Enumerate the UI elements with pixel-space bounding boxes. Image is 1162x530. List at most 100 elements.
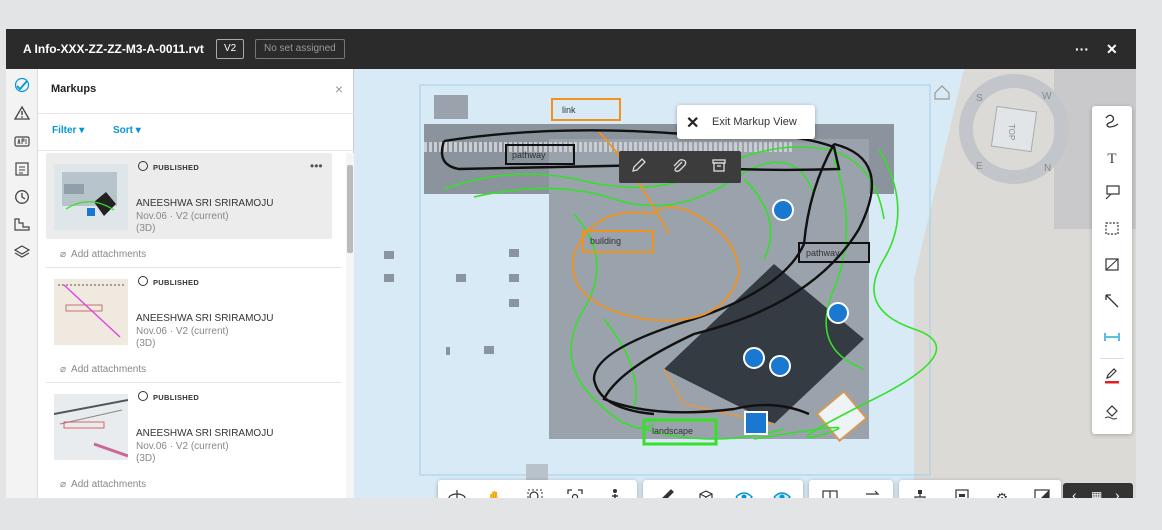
- text-icon[interactable]: T: [1100, 148, 1124, 170]
- markup-thumbnail[interactable]: [54, 164, 128, 230]
- dimension-icon[interactable]: [1100, 328, 1124, 350]
- freehand-icon[interactable]: [1100, 112, 1124, 134]
- measure-icon[interactable]: [13, 216, 31, 234]
- globe-icon: [138, 276, 148, 286]
- section-box-icon[interactable]: [695, 488, 717, 498]
- panel-title: Markups: [51, 83, 97, 95]
- prev-sheet-button[interactable]: ‹: [1072, 487, 1077, 498]
- chevron-down-icon: ▾: [135, 125, 141, 136]
- markup-card[interactable]: PUBLISHED ANEESHWA SRI SRIRAMOJU Nov.06 …: [46, 383, 332, 498]
- fill-icon[interactable]: [1100, 402, 1124, 424]
- zoom-icon[interactable]: [524, 488, 546, 498]
- fullscreen-icon[interactable]: [1031, 488, 1053, 498]
- history-icon[interactable]: [13, 189, 31, 207]
- ruler-icon[interactable]: [655, 488, 677, 498]
- panel-close-button[interactable]: ×: [335, 81, 343, 97]
- paperclip-icon[interactable]: [671, 157, 687, 176]
- markup-label-pathway-2[interactable]: pathway: [806, 248, 840, 258]
- compass-label: N: [1044, 163, 1051, 174]
- divider: [38, 150, 354, 151]
- status-badge: PUBLISHED: [153, 393, 200, 402]
- markup-float-toolbar: [619, 151, 741, 183]
- ghosting-icon[interactable]: [771, 488, 793, 498]
- markups-panel: Markups × Filter ▾ Sort ▾ PUBLISHED ••• …: [38, 69, 354, 498]
- grid-icon[interactable]: ▦: [1091, 489, 1102, 498]
- sheets-icon[interactable]: [13, 161, 31, 179]
- visibility-icon[interactable]: [733, 488, 755, 498]
- viewer-app: A Info-XXX-ZZ-ZZ-M3-A-0011.rvt V2 No set…: [6, 29, 1136, 498]
- compass-label: W: [1042, 91, 1052, 102]
- markup-author: ANEESHWA SRI SRIRAMOJU: [136, 198, 274, 209]
- issue-pin[interactable]: [769, 355, 791, 377]
- markup-label-link[interactable]: link: [562, 105, 576, 115]
- issue-pin[interactable]: [743, 347, 765, 369]
- walk-icon[interactable]: [604, 488, 626, 498]
- fit-view-icon[interactable]: [564, 488, 586, 498]
- close-viewer-button[interactable]: ✕: [1106, 39, 1118, 59]
- status-badge: PUBLISHED: [153, 278, 200, 287]
- issue-pin[interactable]: [744, 411, 768, 435]
- left-rail: [6, 69, 38, 498]
- status-badge: PUBLISHED: [153, 163, 200, 172]
- settings-gear-icon[interactable]: ⚙: [991, 488, 1013, 498]
- markup-check-icon[interactable]: [13, 77, 31, 95]
- set-badge[interactable]: No set assigned: [255, 39, 345, 59]
- pen-color-icon[interactable]: [1100, 366, 1124, 388]
- card-more-button[interactable]: •••: [310, 159, 323, 173]
- exit-markup-view-button[interactable]: ✕ Exit Markup View: [677, 105, 815, 139]
- callout-icon[interactable]: [1100, 184, 1124, 206]
- layers-icon[interactable]: [13, 244, 31, 262]
- arrow-icon[interactable]: [1100, 292, 1124, 314]
- markup-card-header[interactable]: PUBLISHED ••• ANEESHWA SRI SRIRAMOJU Nov…: [46, 153, 332, 239]
- sort-dropdown[interactable]: Sort ▾: [113, 125, 141, 136]
- tools-toolbar: [643, 480, 803, 498]
- markup-author: ANEESHWA SRI SRIRAMOJU: [136, 428, 274, 439]
- viewcube-top-label[interactable]: TOP: [1007, 124, 1016, 140]
- paperclip-icon: ⌀: [60, 249, 67, 260]
- globe-icon: [138, 391, 148, 401]
- archive-icon[interactable]: [711, 157, 727, 176]
- pencil-icon[interactable]: [631, 157, 647, 176]
- split-view-icon[interactable]: [819, 488, 841, 498]
- attach-label: Add attachments: [71, 249, 147, 260]
- model-toolbar: ⚙: [899, 480, 1061, 498]
- more-options-button[interactable]: ···: [1075, 39, 1089, 59]
- add-attachments-link[interactable]: ⌀ Add attachments: [60, 249, 146, 260]
- markup-card-header[interactable]: PUBLISHED ANEESHWA SRI SRIRAMOJU Nov.06 …: [46, 383, 332, 469]
- markup-label-building[interactable]: building: [590, 236, 621, 246]
- markup-thumbnail[interactable]: [54, 279, 128, 345]
- rectangle-icon[interactable]: [1100, 220, 1124, 242]
- compare-icon[interactable]: [861, 488, 883, 498]
- divider: [1100, 358, 1124, 359]
- compare-toolbar: [809, 480, 893, 498]
- properties-icon[interactable]: [951, 488, 973, 498]
- warning-icon[interactable]: [13, 105, 31, 123]
- api-icon[interactable]: [13, 133, 31, 151]
- version-badge[interactable]: V2: [216, 39, 245, 59]
- markup-label-landscape[interactable]: landscape: [652, 426, 693, 436]
- pan-icon[interactable]: ✋: [484, 488, 506, 498]
- markup-label-pathway[interactable]: pathway: [512, 150, 546, 160]
- add-attachments-link[interactable]: ⌀ Add attachments: [60, 479, 146, 490]
- markup-card-header[interactable]: PUBLISHED ANEESHWA SRI SRIRAMOJU Nov.06 …: [46, 268, 332, 354]
- orbit-icon[interactable]: [446, 488, 468, 498]
- polygon-icon[interactable]: [1100, 256, 1124, 278]
- model-browser-icon[interactable]: [909, 488, 931, 498]
- issue-pin[interactable]: [827, 302, 849, 324]
- paperclip-icon: ⌀: [60, 479, 67, 490]
- markup-author: ANEESHWA SRI SRIRAMOJU: [136, 313, 274, 324]
- markup-thumbnail[interactable]: [54, 394, 128, 460]
- chevron-down-icon: ▾: [79, 125, 85, 136]
- markup-meta: Nov.06 · V2 (current) (3D): [136, 326, 229, 350]
- markup-card[interactable]: PUBLISHED ANEESHWA SRI SRIRAMOJU Nov.06 …: [46, 268, 341, 383]
- markup-card[interactable]: PUBLISHED ••• ANEESHWA SRI SRIRAMOJU Nov…: [46, 153, 341, 268]
- markup-meta: Nov.06 · V2 (current) (3D): [136, 211, 229, 235]
- issue-pin[interactable]: [772, 199, 794, 221]
- filter-label: Filter: [52, 125, 77, 136]
- filter-dropdown[interactable]: Filter ▾: [52, 125, 84, 136]
- compass-label: S: [976, 93, 983, 104]
- next-sheet-button[interactable]: ›: [1115, 487, 1120, 498]
- globe-icon: [138, 161, 148, 171]
- scrollbar-thumb[interactable]: [347, 165, 353, 253]
- add-attachments-link[interactable]: ⌀ Add attachments: [60, 364, 146, 375]
